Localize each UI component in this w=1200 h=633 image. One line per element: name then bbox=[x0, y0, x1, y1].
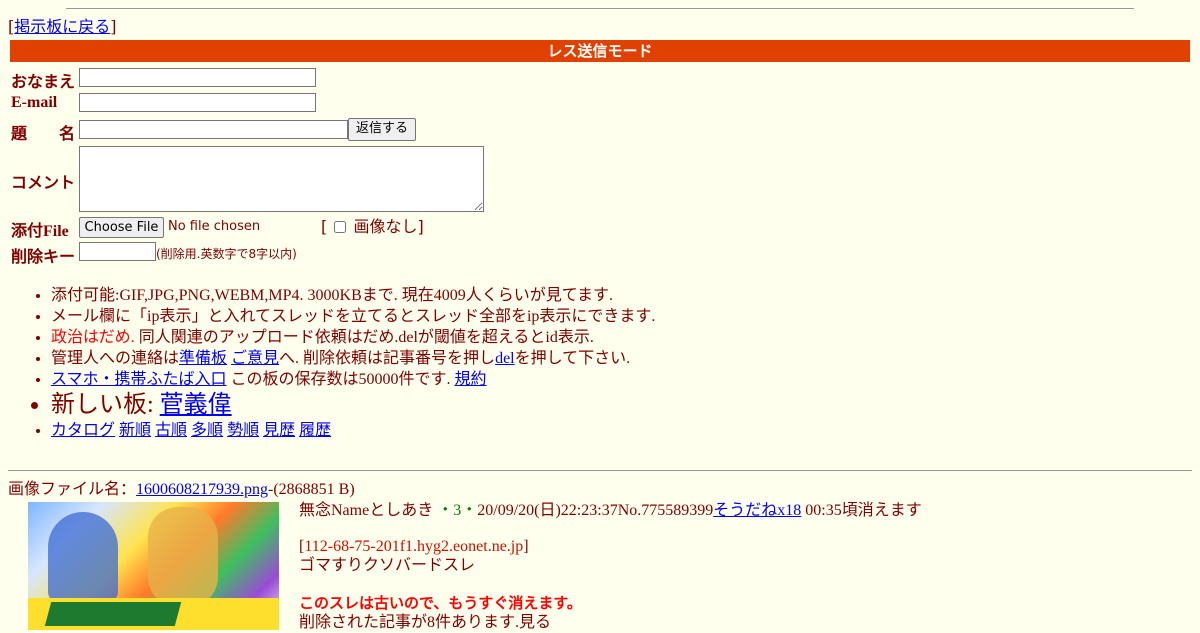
no-image-option: [ 画像なし] bbox=[321, 217, 424, 237]
list-item: 新しい板: 菅義偉 bbox=[51, 390, 655, 420]
rule-ip-info: メール欄に「ip表示」と入れてスレッドを立てるとスレッド全部をip表示にできます… bbox=[51, 308, 656, 325]
delete-key-note: (削除用.英数字で8字以内) bbox=[156, 247, 297, 261]
no-image-bracket-open: [ bbox=[321, 217, 328, 236]
post-datetime-no[interactable]: 20/09/20(日)22:23:37No.775589399 bbox=[477, 502, 713, 519]
name-label: おなまえ bbox=[11, 72, 76, 91]
old-thread-warning: このスレは古いので、もうすぐ消えます。 bbox=[299, 594, 582, 612]
post-history-link[interactable]: 履歴 bbox=[299, 422, 331, 439]
rules-list: 添付可能:GIF,JPG,PNG,WEBM,MP4. 3000KBまで. 現在4… bbox=[11, 285, 655, 441]
post-header: 無念Nameとしあき ・3・20/09/20(日)22:23:37No.7755… bbox=[299, 501, 922, 521]
reply-button[interactable]: 返信する bbox=[348, 118, 416, 141]
comment-label: コメント bbox=[11, 173, 76, 192]
thumb-shape bbox=[148, 507, 218, 607]
back-to-board-link[interactable]: 掲示板に戻る bbox=[14, 17, 110, 36]
top-divider bbox=[66, 8, 1134, 9]
list-item: スマホ・携帯ふたば入口 この板の保存数は50000件です. 規約 bbox=[51, 369, 655, 390]
no-image-bracket-close: ] bbox=[417, 217, 424, 236]
rule-delete-text: へ. 削除依頼は記事番号を押し bbox=[279, 350, 496, 367]
file-info: 画像ファイル名：1600608217939.png-(2868851 B) bbox=[8, 480, 355, 500]
poster-name: 無念Nameとしあき bbox=[299, 502, 434, 519]
del-link[interactable]: del bbox=[495, 350, 515, 367]
subject-input[interactable] bbox=[79, 120, 348, 139]
email-input[interactable] bbox=[79, 93, 316, 112]
delete-key-label: 削除キー bbox=[11, 247, 76, 266]
delete-key-input[interactable] bbox=[79, 242, 156, 261]
email-label: E-mail bbox=[11, 94, 58, 111]
soudane-link[interactable]: そうだねx18 bbox=[713, 502, 801, 519]
sort-many-link[interactable]: 多順 bbox=[191, 422, 223, 439]
new-board-link[interactable]: 菅義偉 bbox=[160, 392, 232, 418]
name-input[interactable] bbox=[79, 68, 316, 87]
list-item: メール欄に「ip表示」と入れてスレッドを立てるとスレッド全部をip表示にできます… bbox=[51, 306, 655, 327]
rule-no-politics: 政治はだめ. bbox=[51, 329, 135, 346]
comment-textarea[interactable] bbox=[79, 146, 484, 212]
storage-info: この板の保存数は50000件です. bbox=[226, 371, 455, 388]
feedback-link[interactable]: ご意見 bbox=[231, 350, 279, 367]
bracket-close: ] bbox=[110, 17, 117, 36]
file-label: 画像ファイル名： bbox=[8, 481, 137, 498]
thumb-shape bbox=[48, 512, 118, 602]
deleted-posts-note[interactable]: 削除された記事が8件あります.見る bbox=[299, 613, 551, 633]
reply-mode-header: レス送信モード bbox=[10, 40, 1190, 62]
file-name-link[interactable]: 1600608217939.png bbox=[136, 481, 268, 498]
prep-board-link[interactable]: 準備板 bbox=[179, 350, 227, 367]
new-board-text: 新しい板: bbox=[51, 392, 160, 418]
terms-link[interactable]: 規約 bbox=[455, 371, 487, 388]
mobile-entrance-link[interactable]: スマホ・携帯ふたば入口 bbox=[51, 371, 227, 388]
list-item: カタログ 新順 古順 多順 勢順 見歴 履歴 bbox=[51, 420, 655, 441]
file-size: -(2868851 B) bbox=[268, 481, 355, 498]
viewed-history-link[interactable]: 見歴 bbox=[263, 422, 295, 439]
file-label: 添付File bbox=[11, 223, 69, 240]
list-item: 添付可能:GIF,JPG,PNG,WEBM,MP4. 3000KBまで. 現在4… bbox=[51, 285, 655, 306]
list-item: 政治はだめ. 同人関連のアップロード依頼はだめ.delが閾値を超えるとid表示. bbox=[51, 327, 655, 348]
section-divider bbox=[8, 470, 1192, 471]
rule-upload-info: 添付可能:GIF,JPG,PNG,WEBM,MP4. 3000KBまで. 現在4… bbox=[51, 287, 613, 304]
sort-momentum-link[interactable]: 勢順 bbox=[227, 422, 259, 439]
list-item: 管理人への連絡は準備板 ご意見へ. 削除依頼は記事番号を押しdelを押して下さい… bbox=[51, 348, 655, 369]
rule-delete-tail: を押して下さい. bbox=[514, 350, 631, 367]
subject-label: 題 名 bbox=[11, 124, 76, 143]
thumb-shape bbox=[44, 602, 182, 626]
post-body: ゴマすりクソバードスレ bbox=[299, 557, 476, 574]
catalog-link[interactable]: カタログ bbox=[51, 422, 115, 439]
sort-old-link[interactable]: 古順 bbox=[155, 422, 187, 439]
sep-dot: ・ bbox=[437, 502, 454, 519]
rule-contact-text: 管理人への連絡は bbox=[51, 350, 180, 367]
no-file-text: No file chosen bbox=[168, 219, 261, 234]
sep-dot: ・ bbox=[461, 502, 478, 519]
ip-address: 112-68-75-201f1.hyg2.eonet.ne.jp bbox=[304, 538, 524, 555]
choose-file-button[interactable]: Choose File bbox=[79, 217, 164, 238]
no-image-label: 画像なし bbox=[353, 217, 418, 236]
expire-time: 00:35頃消えます bbox=[801, 502, 922, 519]
back-nav: [掲示板に戻る] bbox=[8, 17, 117, 37]
poster-ip: [112-68-75-201f1.hyg2.eonet.ne.jp] bbox=[299, 537, 529, 557]
no-image-checkbox[interactable] bbox=[334, 221, 347, 233]
rule-doujin: 同人関連のアップロード依頼はだめ.delが閾値を超えるとid表示. bbox=[134, 329, 594, 346]
ip-bracket-close: ] bbox=[523, 538, 529, 555]
sort-new-link[interactable]: 新順 bbox=[119, 422, 151, 439]
thread-thumbnail[interactable] bbox=[28, 502, 279, 630]
